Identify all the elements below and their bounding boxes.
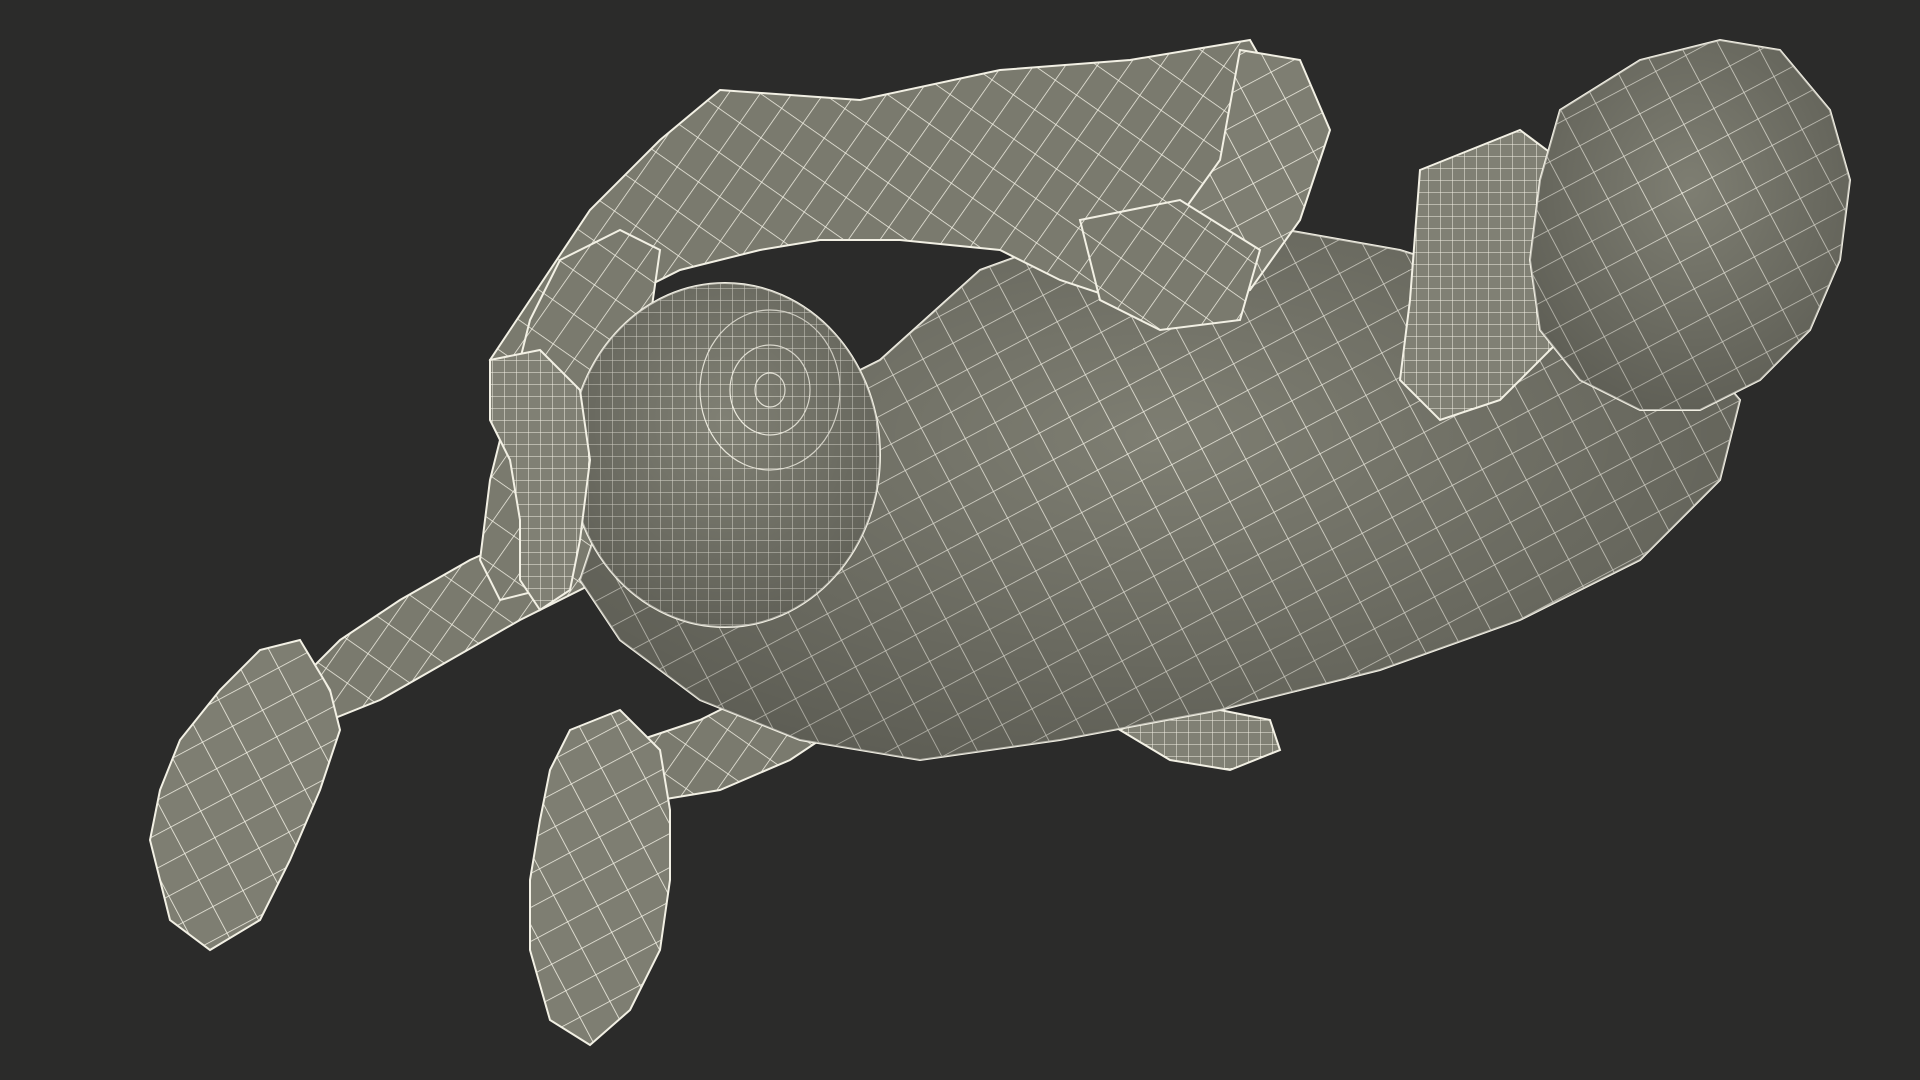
ball — [569, 282, 881, 628]
right-foot — [529, 708, 671, 1047]
wireframe-render — [148, 38, 1852, 1047]
render-viewport — [0, 0, 1920, 1080]
left-foot — [148, 638, 342, 952]
head — [1528, 38, 1852, 411]
